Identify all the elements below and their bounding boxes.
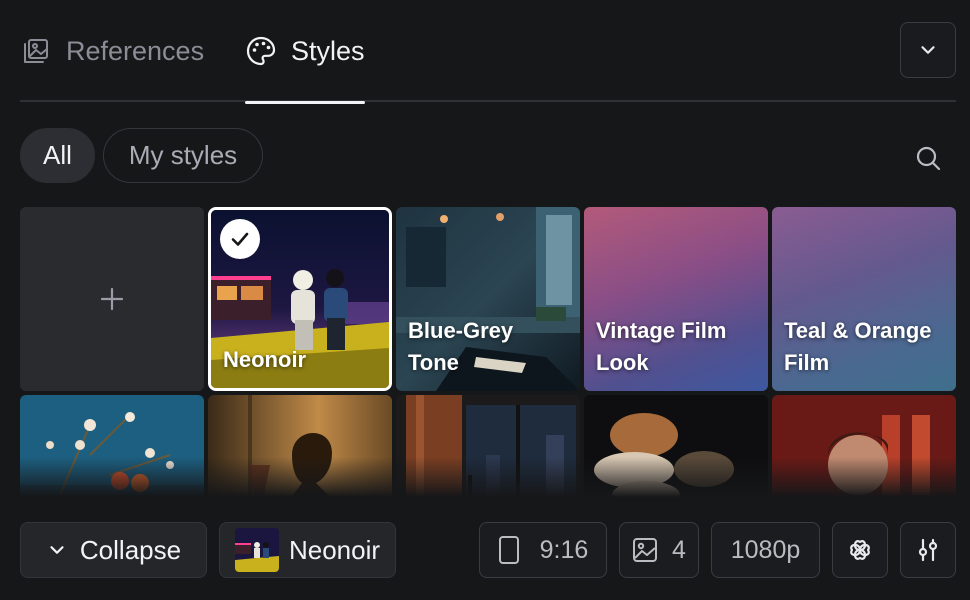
collapse-label: Collapse [79, 534, 182, 565]
tab-bar: References Styles [20, 0, 956, 104]
style-tile-neonoir[interactable]: Neonoir [208, 207, 392, 391]
image-icon [633, 538, 658, 562]
silhouette-thumbnail [208, 395, 392, 497]
style-tile-thumbnail[interactable] [208, 395, 392, 497]
filter-my-styles[interactable]: My styles [103, 128, 263, 183]
style-tile-blue-grey-tone[interactable]: Blue-Grey Tone [396, 207, 580, 391]
selected-style-thumbnail [234, 528, 279, 572]
sliders-icon [918, 538, 938, 562]
selected-style-button[interactable]: Neonoir [219, 522, 396, 578]
clover-icon [850, 540, 870, 560]
style-tile-thumbnail[interactable] [584, 395, 768, 497]
search-button[interactable] [910, 140, 946, 176]
filter-all[interactable]: All [20, 128, 95, 183]
style-tile-teal-orange-film[interactable]: Teal & Orange Film [772, 207, 956, 391]
portrait-thumbnail [772, 395, 956, 497]
search-icon [916, 146, 941, 171]
tab-styles[interactable]: Styles [245, 0, 365, 104]
style-tile-thumbnail[interactable] [396, 395, 580, 497]
style-label: Neonoir [223, 347, 307, 372]
selected-badge [220, 219, 260, 259]
style-grid: Neonoir Blue-Grey Tone Vintage Film Look… [20, 207, 956, 497]
tab-references-label: References [66, 35, 205, 66]
add-style-tile[interactable] [20, 207, 204, 391]
window-view-thumbnail [396, 395, 580, 497]
style-tile-thumbnail[interactable] [20, 395, 204, 497]
model-button[interactable] [832, 522, 888, 578]
styles-panel: References Styles All My styles Neonoir … [0, 0, 970, 600]
tab-references[interactable]: References [20, 0, 204, 102]
collapse-button[interactable]: Collapse [20, 522, 207, 578]
palette-icon [245, 35, 277, 67]
chevron-down-icon [50, 546, 64, 554]
stones-thumbnail [584, 395, 768, 497]
settings-button[interactable] [900, 522, 956, 578]
style-label: Teal & Orange Film [784, 318, 932, 375]
panel-dropdown-button[interactable] [900, 22, 956, 78]
phone-portrait-icon [498, 536, 519, 564]
image-count-value: 4 [672, 535, 686, 564]
check-icon [231, 232, 249, 246]
tab-styles-label: Styles [291, 35, 365, 66]
style-label: Blue-Grey Tone [408, 318, 514, 375]
chevron-down-icon [921, 46, 935, 54]
resolution-button[interactable]: 1080p [711, 522, 820, 578]
plus-icon [100, 287, 124, 311]
style-label: Vintage Film Look [596, 318, 727, 375]
image-stack-icon [20, 35, 52, 67]
style-tile-thumbnail[interactable] [772, 395, 956, 497]
aspect-ratio-button[interactable]: 9:16 [479, 522, 607, 578]
aspect-ratio-value: 9:16 [539, 535, 589, 564]
resolution-value: 1080p [730, 535, 801, 564]
flowers-thumbnail [20, 395, 204, 497]
style-tile-vintage-film-look[interactable]: Vintage Film Look [584, 207, 768, 391]
selected-style-label: Neonoir [288, 534, 381, 565]
image-count-button[interactable]: 4 [619, 522, 699, 578]
